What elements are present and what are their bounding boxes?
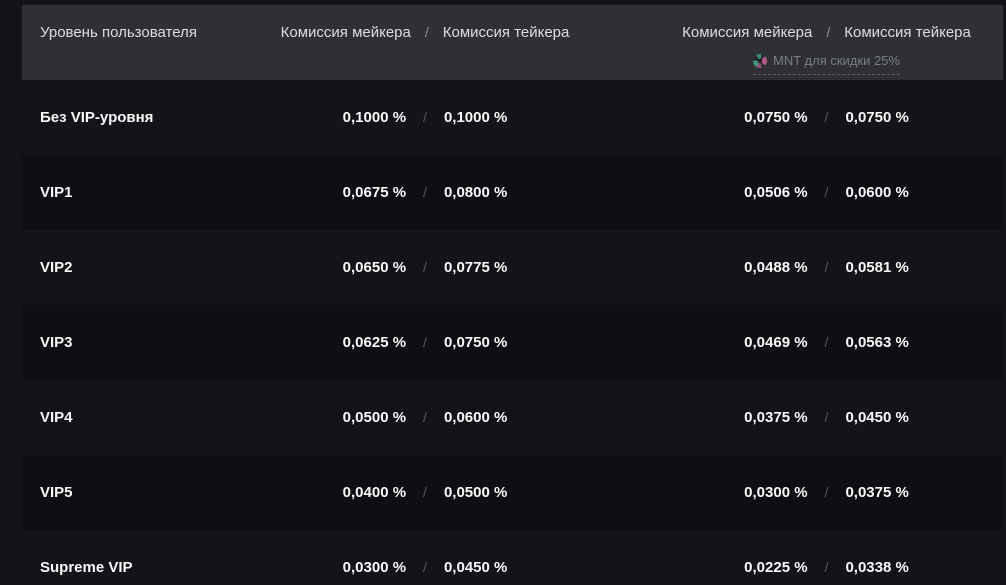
mnt-discount-note[interactable]: MNT для скидки 25% <box>753 50 900 75</box>
row-base-fees: 0,0500 % / 0,0600 % <box>200 409 650 426</box>
maker-fee-value: 0,0675 % <box>343 184 406 201</box>
mnt-token-icon <box>753 54 767 68</box>
row-base-fees: 0,0625 % / 0,0750 % <box>200 334 650 351</box>
header-base-taker-label: Комиссия тейкера <box>443 22 570 43</box>
row-base-fees: 0,0400 % / 0,0500 % <box>200 484 650 501</box>
row-base-fees: 0,1000 % / 0,1000 % <box>200 109 650 126</box>
table-row-vip2: VIP2 0,0650 % / 0,0775 % 0,0488 % / 0,05… <box>22 230 1003 305</box>
slash-separator: / <box>825 259 829 275</box>
slash-separator: / <box>423 484 427 500</box>
taker-fee-value: 0,0750 % <box>444 334 507 351</box>
fee-table-header: Уровень пользователя Комиссия мейкера / … <box>22 5 1003 80</box>
maker-fee-value: 0,0400 % <box>343 484 406 501</box>
header-base-maker-label: Комиссия мейкера <box>281 22 411 43</box>
maker-discount-fee-value: 0,0300 % <box>744 484 807 501</box>
taker-fee-value: 0,0450 % <box>444 559 507 576</box>
maker-fee-value: 0,1000 % <box>343 109 406 126</box>
maker-discount-fee-value: 0,0375 % <box>744 409 807 426</box>
row-discount-fees: 0,0300 % / 0,0375 % <box>650 484 1003 501</box>
row-base-fees: 0,0650 % / 0,0775 % <box>200 259 650 276</box>
row-level-label: VIP2 <box>22 259 200 276</box>
taker-discount-fee-value: 0,0450 % <box>845 409 908 426</box>
maker-discount-fee-value: 0,0488 % <box>744 259 807 276</box>
slash-separator: / <box>825 109 829 125</box>
row-level-label: VIP1 <box>22 184 200 201</box>
taker-fee-value: 0,1000 % <box>444 109 507 126</box>
taker-discount-fee-value: 0,0375 % <box>845 484 908 501</box>
slash-separator: / <box>825 334 829 350</box>
slash-separator: / <box>825 184 829 200</box>
table-row-supreme-vip: Supreme VIP 0,0300 % / 0,0450 % 0,0225 %… <box>22 530 1003 585</box>
header-slash: / <box>425 22 429 43</box>
slash-separator: / <box>423 109 427 125</box>
table-row-vip5: VIP5 0,0400 % / 0,0500 % 0,0300 % / 0,03… <box>22 455 1003 530</box>
maker-discount-fee-value: 0,0750 % <box>744 109 807 126</box>
row-level-label: Без VIP-уровня <box>22 109 200 126</box>
taker-discount-fee-value: 0,0338 % <box>845 559 908 576</box>
row-level-label: VIP5 <box>22 484 200 501</box>
mnt-discount-note-label: MNT для скидки 25% <box>773 50 900 71</box>
row-discount-fees: 0,0506 % / 0,0600 % <box>650 184 1003 201</box>
taker-discount-fee-value: 0,0563 % <box>845 334 908 351</box>
header-discount-taker-label: Комиссия тейкера <box>844 22 971 43</box>
row-discount-fees: 0,0488 % / 0,0581 % <box>650 259 1003 276</box>
fee-tier-table: Уровень пользователя Комиссия мейкера / … <box>22 5 1003 585</box>
slash-separator: / <box>423 259 427 275</box>
maker-fee-value: 0,0300 % <box>343 559 406 576</box>
row-level-label: VIP3 <box>22 334 200 351</box>
maker-fee-value: 0,0625 % <box>343 334 406 351</box>
maker-discount-fee-value: 0,0225 % <box>744 559 807 576</box>
taker-discount-fee-value: 0,0581 % <box>845 259 908 276</box>
maker-discount-fee-value: 0,0506 % <box>744 184 807 201</box>
header-user-level: Уровень пользователя <box>22 22 200 43</box>
taker-discount-fee-value: 0,0750 % <box>845 109 908 126</box>
slash-separator: / <box>825 484 829 500</box>
slash-separator: / <box>423 334 427 350</box>
taker-discount-fee-value: 0,0600 % <box>845 184 908 201</box>
taker-fee-value: 0,0600 % <box>444 409 507 426</box>
row-discount-fees: 0,0225 % / 0,0338 % <box>650 559 1003 576</box>
taker-fee-value: 0,0800 % <box>444 184 507 201</box>
taker-fee-value: 0,0775 % <box>444 259 507 276</box>
table-row-no-vip: Без VIP-уровня 0,1000 % / 0,1000 % 0,075… <box>22 80 1003 155</box>
row-level-label: Supreme VIP <box>22 559 200 576</box>
slash-separator: / <box>825 409 829 425</box>
maker-discount-fee-value: 0,0469 % <box>744 334 807 351</box>
maker-fee-value: 0,0650 % <box>343 259 406 276</box>
slash-separator: / <box>825 559 829 575</box>
row-base-fees: 0,0675 % / 0,0800 % <box>200 184 650 201</box>
header-discount-maker-label: Комиссия мейкера <box>682 22 812 43</box>
slash-separator: / <box>423 184 427 200</box>
table-row-vip3: VIP3 0,0625 % / 0,0750 % 0,0469 % / 0,05… <box>22 305 1003 380</box>
slash-separator: / <box>423 409 427 425</box>
row-discount-fees: 0,0750 % / 0,0750 % <box>650 109 1003 126</box>
taker-fee-value: 0,0500 % <box>444 484 507 501</box>
maker-fee-value: 0,0500 % <box>343 409 406 426</box>
row-discount-fees: 0,0469 % / 0,0563 % <box>650 334 1003 351</box>
header-slash: / <box>826 22 830 43</box>
slash-separator: / <box>423 559 427 575</box>
row-level-label: VIP4 <box>22 409 200 426</box>
table-row-vip4: VIP4 0,0500 % / 0,0600 % 0,0375 % / 0,04… <box>22 380 1003 455</box>
header-base-fee-group: Комиссия мейкера / Комиссия тейкера <box>200 22 650 43</box>
row-discount-fees: 0,0375 % / 0,0450 % <box>650 409 1003 426</box>
row-base-fees: 0,0300 % / 0,0450 % <box>200 559 650 576</box>
header-discount-fee-group: Комиссия мейкера / Комиссия тейкера MNT … <box>650 22 1003 75</box>
table-row-vip1: VIP1 0,0675 % / 0,0800 % 0,0506 % / 0,06… <box>22 155 1003 230</box>
